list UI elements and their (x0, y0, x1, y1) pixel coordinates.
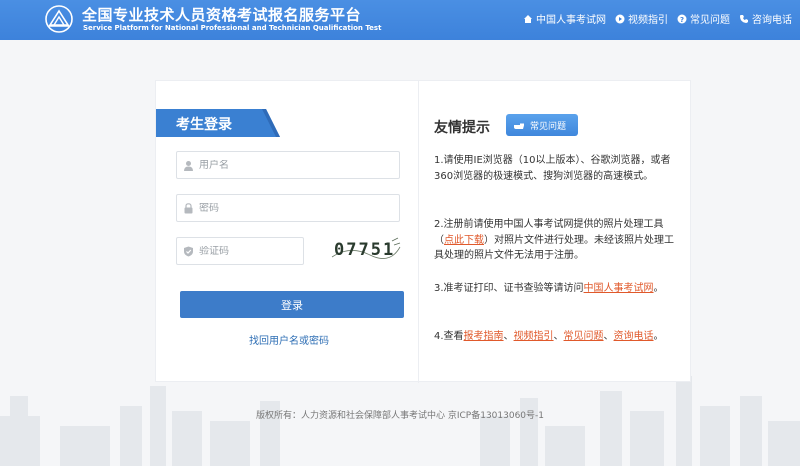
shield-icon (184, 246, 193, 256)
top-nav: 中国人事考试网 视频指引 ? 常见问题 咨询电话 (523, 11, 792, 26)
phone-icon (740, 14, 748, 23)
platform-title: 全国专业技术人员资格考试报名服务平台 (82, 6, 362, 24)
faq-link[interactable]: 常见问题 (564, 331, 604, 342)
password-field[interactable] (176, 194, 400, 222)
svg-text:?: ? (680, 16, 684, 24)
login-tab: 考生登录 (156, 109, 280, 137)
password-input[interactable] (199, 202, 379, 214)
username-field[interactable] (176, 151, 400, 179)
tip-links: 4.查看报考指南、视频指引、常见问题、资询电话。 (434, 329, 682, 345)
captcha-field[interactable] (176, 237, 304, 265)
copyright-footer: 版权所有：人力资源和社会保障部人事考试中心 京ICP备13013060号-1 (255, 411, 544, 421)
separator: 、 (503, 331, 514, 342)
cpta-site-link[interactable]: 中国人事考试网 (584, 283, 654, 294)
photo-tool-download-link[interactable]: 点此下载 (444, 235, 484, 246)
faq-badge-button[interactable]: 常见问题 (506, 114, 578, 136)
video-guide-link[interactable]: 视频指引 (514, 331, 554, 342)
pointing-hand-icon (514, 123, 524, 129)
captcha-input[interactable] (199, 245, 289, 257)
nav-label: 中国人事考试网 (536, 15, 606, 26)
top-header: 全国专业技术人员资格考试报名服务平台 Service Platform for … (0, 0, 800, 40)
nav-phone-link[interactable]: 咨询电话 (739, 11, 792, 26)
nav-cpta-link[interactable]: 中国人事考试网 (523, 11, 606, 26)
home-icon (524, 14, 532, 23)
tip-print-text: 3.准考证打印、证书查验等请访问 (434, 283, 584, 294)
tip-photo: 2.注册前请使用中国人事考试网提供的照片处理工具（点此下载）对照片文件进行处理。… (434, 217, 682, 264)
nav-video-guide-link[interactable]: 视频指引 (615, 11, 668, 26)
user-icon (184, 160, 193, 171)
faq-badge-label: 常见问题 (530, 121, 567, 132)
hotline-link[interactable]: 资询电话 (614, 331, 654, 342)
nav-label: 咨询电话 (752, 15, 792, 26)
play-icon (615, 14, 625, 23)
login-button[interactable]: 登录 (180, 291, 404, 318)
tip-links-text: 4.查看 (434, 331, 464, 342)
login-card: 考生登录 07751 登录 找回用户名或密码 友情提示 常见问题 1.请使用IE… (155, 80, 691, 383)
tips-title: 友情提示 (434, 120, 490, 136)
lock-icon (184, 202, 193, 213)
nav-label: 视频指引 (628, 15, 668, 26)
tip-print-end: 。 (653, 283, 664, 294)
tip-print: 3.准考证打印、证书查验等请访问中国人事考试网。 (434, 281, 682, 297)
nav-faq-link[interactable]: ? 常见问题 (677, 11, 730, 26)
tip-browser-text: 1.请使用IE浏览器（10以上版本）、谷歌浏览器，或者360浏览器的极速模式、搜… (434, 155, 671, 182)
login-tab-label: 考生登录 (176, 117, 232, 133)
platform-logo-icon (45, 5, 73, 33)
captcha-code: 07751 (334, 240, 396, 260)
tip-links-end: 。 (653, 331, 664, 342)
exam-guide-link[interactable]: 报考指南 (464, 331, 504, 342)
tip-browser: 1.请使用IE浏览器（10以上版本）、谷歌浏览器，或者360浏览器的极速模式、搜… (434, 153, 682, 184)
username-input[interactable] (199, 159, 379, 171)
separator: 、 (603, 331, 614, 342)
separator: 、 (553, 331, 564, 342)
captcha-image[interactable]: 07751 (330, 235, 402, 267)
question-icon: ? (677, 14, 687, 24)
nav-label: 常见问题 (690, 15, 730, 26)
platform-subtitle: Service Platform for National Profession… (83, 24, 382, 32)
card-divider (418, 81, 419, 383)
forgot-credentials-link[interactable]: 找回用户名或密码 (249, 332, 329, 347)
